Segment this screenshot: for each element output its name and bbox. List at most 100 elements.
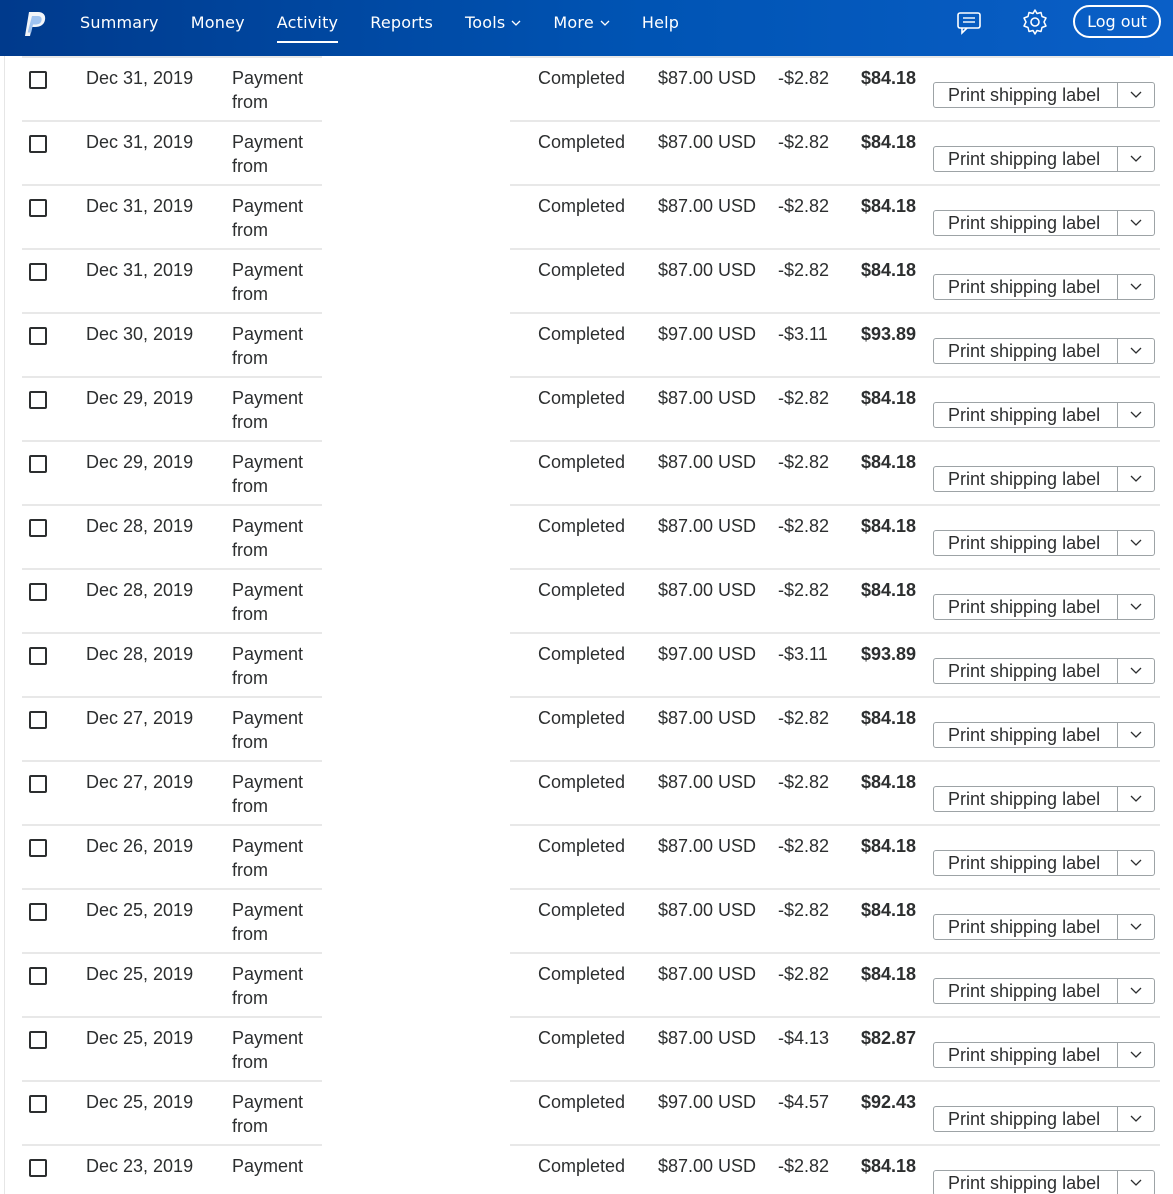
transaction-row[interactable]: Dec 31, 2019 Payment from Completed $87.…	[0, 172, 1173, 240]
print-shipping-label-button[interactable]: Print shipping label	[933, 530, 1155, 556]
row-select-checkbox[interactable]	[29, 391, 47, 409]
transaction-row[interactable]: Dec 27, 2019 Payment from Completed $87.…	[0, 684, 1173, 752]
transaction-description[interactable]: Payment from	[232, 898, 312, 946]
transaction-description[interactable]: Payment from	[232, 1026, 312, 1074]
transaction-row[interactable]: Dec 28, 2019 Payment from Completed $87.…	[0, 556, 1173, 624]
row-select-checkbox[interactable]	[29, 1095, 47, 1113]
transaction-description[interactable]: Payment from	[232, 962, 312, 1010]
nav-help[interactable]: Help	[626, 0, 695, 44]
action-dropdown-toggle[interactable]	[1118, 787, 1154, 811]
action-dropdown-toggle[interactable]	[1118, 595, 1154, 619]
transaction-row[interactable]: Dec 25, 2019 Payment from Completed $87.…	[0, 1004, 1173, 1072]
row-select-checkbox[interactable]	[29, 71, 47, 89]
row-select-checkbox[interactable]	[29, 1159, 47, 1177]
transaction-row[interactable]: Dec 29, 2019 Payment from Completed $87.…	[0, 364, 1173, 432]
print-shipping-label-button[interactable]: Print shipping label	[933, 82, 1155, 108]
action-dropdown-toggle[interactable]	[1118, 1171, 1154, 1194]
print-shipping-label-button[interactable]: Print shipping label	[933, 338, 1155, 364]
action-dropdown-toggle[interactable]	[1118, 1107, 1154, 1131]
action-dropdown-toggle[interactable]	[1118, 851, 1154, 875]
action-dropdown-toggle[interactable]	[1118, 467, 1154, 491]
row-select-checkbox[interactable]	[29, 711, 47, 729]
row-select-checkbox[interactable]	[29, 839, 47, 857]
action-dropdown-toggle[interactable]	[1118, 275, 1154, 299]
action-dropdown-toggle[interactable]	[1118, 915, 1154, 939]
print-shipping-label-button[interactable]: Print shipping label	[933, 1170, 1155, 1194]
action-dropdown-toggle[interactable]	[1118, 339, 1154, 363]
action-dropdown-toggle[interactable]	[1118, 403, 1154, 427]
transaction-row[interactable]: Dec 25, 2019 Payment from Completed $87.…	[0, 940, 1173, 1008]
action-dropdown-toggle[interactable]	[1118, 211, 1154, 235]
row-select-checkbox[interactable]	[29, 1031, 47, 1049]
transaction-row[interactable]: Dec 29, 2019 Payment from Completed $87.…	[0, 428, 1173, 496]
paypal-logo[interactable]	[20, 9, 50, 39]
print-shipping-label-button[interactable]: Print shipping label	[933, 210, 1155, 236]
transaction-description[interactable]: Payment from	[232, 130, 312, 178]
row-select-checkbox[interactable]	[29, 647, 47, 665]
row-select-checkbox[interactable]	[29, 903, 47, 921]
transaction-description[interactable]: Payment from	[232, 1090, 312, 1138]
action-dropdown-toggle[interactable]	[1118, 979, 1154, 1003]
print-shipping-label-button[interactable]: Print shipping label	[933, 274, 1155, 300]
nav-more[interactable]: More	[537, 0, 625, 44]
transaction-row[interactable]: Dec 28, 2019 Payment from Completed $97.…	[0, 620, 1173, 688]
nav-summary[interactable]: Summary	[64, 0, 175, 44]
print-shipping-label-button[interactable]: Print shipping label	[933, 914, 1155, 940]
print-shipping-label-button[interactable]: Print shipping label	[933, 466, 1155, 492]
print-shipping-label-button[interactable]: Print shipping label	[933, 1042, 1155, 1068]
transaction-row[interactable]: Dec 27, 2019 Payment from Completed $87.…	[0, 748, 1173, 816]
transaction-row[interactable]: Dec 26, 2019 Payment from Completed $87.…	[0, 812, 1173, 880]
print-shipping-label-button[interactable]: Print shipping label	[933, 786, 1155, 812]
transaction-description[interactable]: Payment from	[232, 578, 312, 626]
transaction-description[interactable]: Payment from	[232, 450, 312, 498]
transaction-description[interactable]: Payment from	[232, 514, 312, 562]
transaction-description[interactable]: Payment from	[232, 642, 312, 690]
transaction-description[interactable]: Payment from	[232, 770, 312, 818]
action-dropdown-toggle[interactable]	[1118, 83, 1154, 107]
print-shipping-label-button[interactable]: Print shipping label	[933, 850, 1155, 876]
transaction-description[interactable]: Payment from	[232, 706, 312, 754]
transaction-row[interactable]: Dec 30, 2019 Payment from Completed $97.…	[0, 300, 1173, 368]
row-select-checkbox[interactable]	[29, 455, 47, 473]
nav-reports[interactable]: Reports	[354, 0, 449, 44]
print-shipping-label-button[interactable]: Print shipping label	[933, 1106, 1155, 1132]
print-shipping-label-button[interactable]: Print shipping label	[933, 658, 1155, 684]
transaction-row[interactable]: Dec 31, 2019 Payment from Completed $87.…	[0, 56, 1173, 112]
transaction-description[interactable]: Payment from	[232, 66, 312, 114]
transaction-description[interactable]: Payment from	[232, 258, 312, 306]
print-shipping-label-button[interactable]: Print shipping label	[933, 146, 1155, 172]
action-dropdown-toggle[interactable]	[1118, 723, 1154, 747]
transaction-description[interactable]: Payment from	[232, 194, 312, 242]
action-dropdown-toggle[interactable]	[1118, 1043, 1154, 1067]
transaction-description[interactable]: Payment from	[232, 386, 312, 434]
action-dropdown-toggle[interactable]	[1118, 147, 1154, 171]
transaction-row[interactable]: Dec 31, 2019 Payment from Completed $87.…	[0, 108, 1173, 176]
action-dropdown-toggle[interactable]	[1118, 531, 1154, 555]
row-select-checkbox[interactable]	[29, 199, 47, 217]
transaction-description[interactable]: Payment	[232, 1154, 312, 1178]
print-shipping-label-button[interactable]: Print shipping label	[933, 978, 1155, 1004]
print-shipping-label-button[interactable]: Print shipping label	[933, 402, 1155, 428]
nav-tools[interactable]: Tools	[449, 0, 537, 44]
transaction-row[interactable]: Dec 28, 2019 Payment from Completed $87.…	[0, 492, 1173, 560]
row-select-checkbox[interactable]	[29, 135, 47, 153]
transaction-row[interactable]: Dec 25, 2019 Payment from Completed $97.…	[0, 1068, 1173, 1136]
row-select-checkbox[interactable]	[29, 263, 47, 281]
action-dropdown-toggle[interactable]	[1118, 659, 1154, 683]
gear-icon[interactable]	[1021, 8, 1049, 36]
row-select-checkbox[interactable]	[29, 583, 47, 601]
logout-button[interactable]: Log out	[1073, 5, 1161, 38]
transaction-row[interactable]: Dec 23, 2019 Payment Completed $87.00 US…	[0, 1132, 1173, 1194]
print-shipping-label-button[interactable]: Print shipping label	[933, 594, 1155, 620]
print-shipping-label-button[interactable]: Print shipping label	[933, 722, 1155, 748]
row-select-checkbox[interactable]	[29, 327, 47, 345]
transaction-description[interactable]: Payment from	[232, 322, 312, 370]
message-center-icon[interactable]	[955, 8, 983, 36]
row-select-checkbox[interactable]	[29, 519, 47, 537]
transaction-row[interactable]: Dec 31, 2019 Payment from Completed $87.…	[0, 236, 1173, 304]
transaction-row[interactable]: Dec 25, 2019 Payment from Completed $87.…	[0, 876, 1173, 944]
transaction-description[interactable]: Payment from	[232, 834, 312, 882]
nav-money[interactable]: Money	[175, 0, 261, 44]
row-select-checkbox[interactable]	[29, 967, 47, 985]
nav-activity[interactable]: Activity	[261, 0, 354, 44]
